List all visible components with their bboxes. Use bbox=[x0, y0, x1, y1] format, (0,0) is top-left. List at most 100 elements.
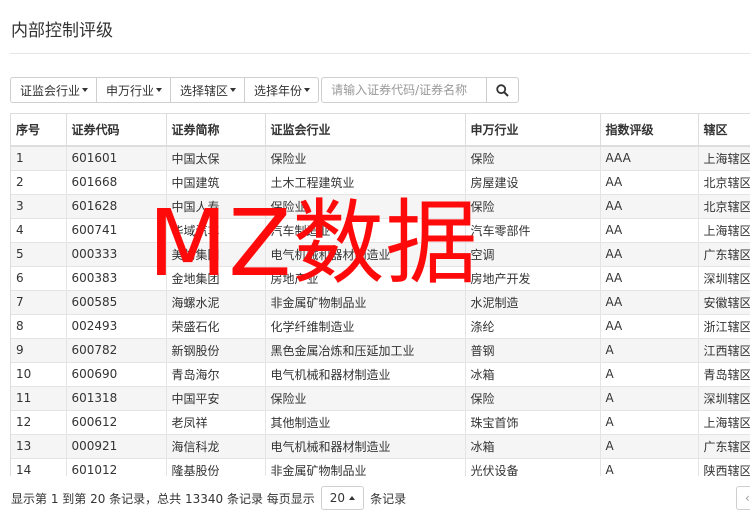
table-cell: AA bbox=[600, 242, 699, 267]
page-title: 内部控制评级 bbox=[11, 21, 113, 41]
table-cell: 陕西辖区 bbox=[698, 458, 750, 476]
table-row[interactable]: 14 601012 隆基股份 非金属矿物制品业 光伏设备 A 陕西辖区 bbox=[11, 458, 750, 476]
table-cell: 青岛海尔 bbox=[166, 362, 266, 387]
table-cell: AA bbox=[600, 194, 699, 219]
filter-toolbar: 证监会行业 申万行业 选择辖区 选择年份 bbox=[10, 77, 520, 103]
table-cell: 荣盛石化 bbox=[166, 314, 266, 339]
column-header[interactable]: 申万行业 bbox=[465, 114, 601, 147]
table-cell: 12 bbox=[11, 410, 67, 435]
table-cell: 广东辖区 bbox=[698, 434, 750, 459]
table-cell: 隆基股份 bbox=[166, 458, 266, 476]
filter-csrc-industry-dropdown[interactable]: 证监会行业 bbox=[10, 77, 98, 103]
caret-down-icon bbox=[230, 88, 237, 92]
table-cell: 水泥制造 bbox=[465, 290, 601, 315]
table-cell: 房屋建设 bbox=[465, 170, 601, 195]
record-suffix: 条记录 bbox=[370, 491, 407, 506]
record-summary: 显示第 1 到第 20 条记录，总共 13340 条记录 每页显示 bbox=[11, 491, 315, 506]
column-header[interactable]: 辖区 bbox=[698, 114, 750, 147]
table-cell: 深圳辖区 bbox=[698, 266, 750, 291]
table-cell: 13 bbox=[11, 434, 67, 459]
table-cell: 北京辖区 bbox=[698, 194, 750, 219]
table-row[interactable]: 1 601601 中国太保 保险业 保险 AAA 上海辖区 bbox=[11, 146, 750, 171]
table-cell: 600782 bbox=[66, 338, 167, 363]
column-header[interactable]: 序号 bbox=[11, 114, 67, 147]
filter-year-dropdown[interactable]: 选择年份 bbox=[244, 77, 320, 103]
table-cell: 房地产开发 bbox=[465, 266, 601, 291]
table-cell: 青岛辖区 bbox=[698, 362, 750, 387]
caret-down-icon bbox=[156, 88, 163, 92]
filter-label: 选择辖区 bbox=[180, 83, 229, 98]
table-row[interactable]: 8 002493 荣盛石化 化学纤维制造业 涤纶 AA 浙江辖区 bbox=[11, 314, 750, 339]
table-cell: 其他制造业 bbox=[265, 410, 466, 435]
table-cell: 江西辖区 bbox=[698, 338, 750, 363]
table-cell: 新钢股份 bbox=[166, 338, 266, 363]
filter-label: 证监会行业 bbox=[20, 83, 81, 98]
table-cell: A bbox=[600, 434, 699, 459]
table-cell: 汽车零部件 bbox=[465, 218, 601, 243]
table-row[interactable]: 13 000921 海信科龙 电气机械和器材制造业 冰箱 A 广东辖区 bbox=[11, 434, 750, 459]
table-cell: 老凤祥 bbox=[166, 410, 266, 435]
filter-region-dropdown[interactable]: 选择辖区 bbox=[170, 77, 246, 103]
table-cell: 保险 bbox=[465, 146, 601, 171]
pagination-previous-button[interactable]: ‹ bbox=[736, 486, 750, 510]
table-cell: 中国平安 bbox=[166, 386, 266, 411]
table-cell: AA bbox=[600, 290, 699, 315]
table-cell: 上海辖区 bbox=[698, 218, 750, 243]
table-cell: 7 bbox=[11, 290, 67, 315]
table-cell: AA bbox=[600, 266, 699, 291]
table-cell: 600612 bbox=[66, 410, 167, 435]
column-header[interactable]: 证券简称 bbox=[166, 114, 266, 147]
table-row[interactable]: 11 601318 中国平安 保险业 保险 A 深圳辖区 bbox=[11, 386, 750, 411]
table-cell: 1 bbox=[11, 146, 67, 171]
table-cell: 上海辖区 bbox=[698, 146, 750, 171]
search-button[interactable] bbox=[487, 77, 520, 103]
table-cell: 14 bbox=[11, 458, 67, 476]
table-cell: 安徽辖区 bbox=[698, 290, 750, 315]
table-cell: 11 bbox=[11, 386, 67, 411]
table-cell: 保险 bbox=[465, 194, 601, 219]
table-cell: 3 bbox=[11, 194, 67, 219]
table-cell: A bbox=[600, 386, 699, 411]
table-cell: 5 bbox=[11, 242, 67, 267]
table-cell: A bbox=[600, 338, 699, 363]
table-cell: AA bbox=[600, 314, 699, 339]
table-cell: 黑色金属冶炼和压延加工业 bbox=[265, 338, 466, 363]
caret-up-icon bbox=[349, 496, 356, 500]
filter-label: 申万行业 bbox=[106, 83, 155, 98]
table-cell: 保险业 bbox=[265, 146, 466, 171]
watermark: MZ数据 bbox=[148, 190, 479, 297]
column-header[interactable]: 指数评级 bbox=[600, 114, 699, 147]
table-cell: 上海辖区 bbox=[698, 410, 750, 435]
table-cell: 4 bbox=[11, 218, 67, 243]
search-input[interactable] bbox=[321, 77, 488, 103]
table-cell: 2 bbox=[11, 170, 67, 195]
table-cell: 普钢 bbox=[465, 338, 601, 363]
page-size-value: 20 bbox=[329, 491, 346, 505]
table-cell: 601012 bbox=[66, 458, 167, 476]
table-cell: 广东辖区 bbox=[698, 242, 750, 267]
table-cell: A bbox=[600, 458, 699, 476]
column-header[interactable]: 证监会行业 bbox=[265, 114, 466, 147]
title-divider bbox=[10, 53, 750, 54]
table-cell: 002493 bbox=[66, 314, 167, 339]
column-header[interactable]: 证券代码 bbox=[66, 114, 167, 147]
table-cell: 10 bbox=[11, 362, 67, 387]
search-icon bbox=[496, 83, 509, 97]
table-cell: AA bbox=[600, 170, 699, 195]
table-row[interactable]: 10 600690 青岛海尔 电气机械和器材制造业 冰箱 A 青岛辖区 bbox=[11, 362, 750, 387]
table-cell: A bbox=[600, 410, 699, 435]
table-row[interactable]: 12 600612 老凤祥 其他制造业 珠宝首饰 A 上海辖区 bbox=[11, 410, 750, 435]
table-cell: 6 bbox=[11, 266, 67, 291]
table-cell: 601318 bbox=[66, 386, 167, 411]
table-row[interactable]: 9 600782 新钢股份 黑色金属冶炼和压延加工业 普钢 A 江西辖区 bbox=[11, 338, 750, 363]
table-header-row: 序号 证券代码 证券简称 证监会行业 申万行业 指数评级 辖区 bbox=[11, 114, 750, 147]
table-cell: 非金属矿物制品业 bbox=[265, 458, 466, 476]
table-cell: 冰箱 bbox=[465, 362, 601, 387]
table-cell: 601601 bbox=[66, 146, 167, 171]
table-cell: A bbox=[600, 362, 699, 387]
table-cell: 光伏设备 bbox=[465, 458, 601, 476]
filter-sw-industry-dropdown[interactable]: 申万行业 bbox=[96, 77, 172, 103]
page-size-dropdown[interactable]: 20 bbox=[320, 486, 365, 510]
table-cell: AAA bbox=[600, 146, 699, 171]
table-cell: 9 bbox=[11, 338, 67, 363]
